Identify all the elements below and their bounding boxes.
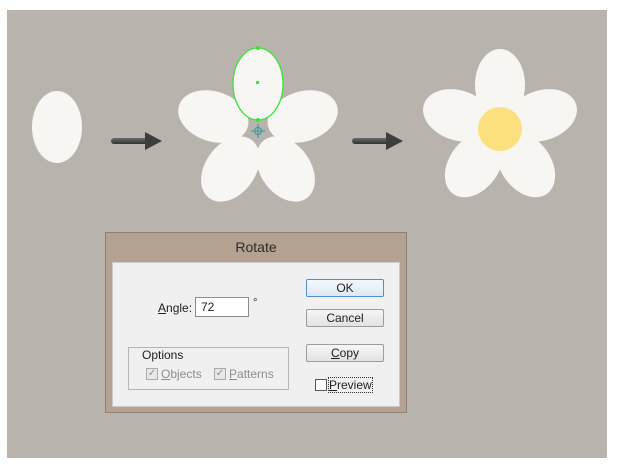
arrow-right-icon (352, 132, 403, 150)
ok-button[interactable]: OK (306, 279, 384, 297)
patterns-checkbox[interactable]: ✓ (214, 368, 226, 380)
dialog-title: Rotate (235, 239, 277, 255)
flower-center (478, 107, 522, 151)
options-legend: Options (139, 348, 187, 362)
rotate-dialog: Rotate Angle: 72 ° OK Cancel Copy Option… (105, 232, 407, 413)
finished-flower (423, 49, 577, 198)
dialog-body: Angle: 72 ° OK Cancel Copy Options ✓ Obj… (112, 262, 400, 407)
angle-label: Angle: (158, 301, 193, 315)
single-petal (32, 91, 82, 163)
copy-button[interactable]: Copy (306, 344, 384, 362)
arrow-right-icon (111, 132, 162, 150)
preview-checkbox[interactable] (315, 379, 327, 391)
cancel-button[interactable]: Cancel (306, 309, 384, 327)
patterns-label: Patterns (229, 367, 274, 381)
objects-checkbox[interactable]: ✓ (146, 368, 158, 380)
rotation-origin-icon (251, 124, 265, 138)
objects-label: Objects (161, 367, 202, 381)
angle-input[interactable]: 72 (195, 297, 249, 317)
preview-label[interactable]: Preview (328, 377, 373, 393)
degree-symbol: ° (253, 297, 258, 309)
